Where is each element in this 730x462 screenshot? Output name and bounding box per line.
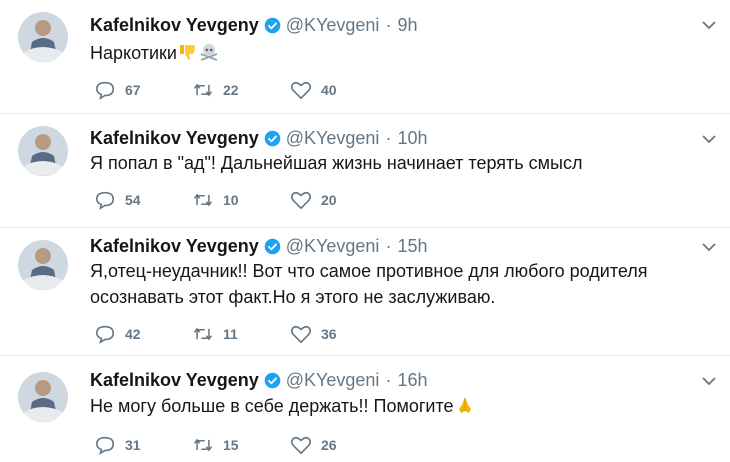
tweet-text: Я попал в "ад"! Дальнейшая жизнь начинае… [90,150,710,176]
author-name[interactable]: Kafelnikov Yevgeny [90,14,259,36]
tweet-text: Я,отец-неудачник!! Вот что самое противн… [90,258,710,310]
like-icon [290,325,312,344]
reply-count: 67 [125,82,141,98]
reply-button[interactable]: 54 [94,190,192,210]
tweet[interactable]: Kafelnikov Yevgeny @KYevgeni · 9h Наркот… [0,0,730,114]
chevron-down-icon[interactable] [702,20,716,30]
retweet-icon [193,193,213,207]
chevron-down-icon[interactable] [702,242,716,252]
skull-crossbones-icon [200,44,218,61]
retweet-count: 10 [223,192,239,208]
tweet[interactable]: Kafelnikov Yevgeny @KYevgeni · 10h Я поп… [0,114,730,228]
retweet-icon [193,83,213,97]
tweet-timestamp[interactable]: 16h [397,369,427,391]
tweet-actions: 31 15 26 [94,435,388,455]
tweet-feed: Kafelnikov Yevgeny @KYevgeni · 9h Наркот… [0,0,730,462]
author-handle[interactable]: @KYevgeni [286,369,380,391]
tweet-actions: 54 10 20 [94,190,388,210]
chevron-down-icon[interactable] [702,134,716,144]
separator-dot: · [385,236,392,256]
reply-button[interactable]: 67 [94,80,192,100]
like-icon [290,191,312,210]
chevron-down-icon[interactable] [702,376,716,386]
tweet-text-content: Не могу больше в себе держать!! Помогите [90,396,454,416]
retweet-icon [193,438,213,452]
separator-dot: · [385,15,392,35]
author-handle[interactable]: @KYevgeni [286,14,380,36]
like-count: 40 [321,82,337,98]
retweet-icon [193,327,213,341]
verified-badge-icon [264,17,281,33]
reply-icon [95,191,115,210]
folded-hands-icon [458,397,471,413]
author-name[interactable]: Kafelnikov Yevgeny [90,127,259,149]
reply-icon [95,81,115,100]
tweet-text-line: осознавать этот факт.Но я этого не заслу… [90,287,496,307]
tweet-text: Не могу больше в себе держать!! Помогите [90,393,710,419]
tweet-actions: 42 11 36 [94,324,388,344]
reply-icon [95,325,115,344]
like-button[interactable]: 26 [290,435,388,455]
separator-dot: · [385,370,392,390]
like-button[interactable]: 40 [290,80,388,100]
avatar[interactable] [18,126,68,176]
reply-count: 42 [125,326,141,342]
like-button[interactable]: 20 [290,190,388,210]
author-handle[interactable]: @KYevgeni [286,127,380,149]
reply-count: 31 [125,437,141,453]
tweet[interactable]: Kafelnikov Yevgeny @KYevgeni · 15h Я,оте… [0,228,730,356]
author-name[interactable]: Kafelnikov Yevgeny [90,235,259,257]
avatar[interactable] [18,372,68,422]
like-icon [290,436,312,455]
verified-badge-icon [264,372,281,388]
tweet-timestamp[interactable]: 15h [397,235,427,257]
tweet[interactable]: Kafelnikov Yevgeny @KYevgeni · 16h Не мо… [0,356,730,462]
tweet-timestamp[interactable]: 9h [397,14,417,36]
reply-icon [95,436,115,455]
retweet-button[interactable]: 15 [192,435,290,455]
thumbs-down-icon [179,45,195,60]
tweet-text-line: Я,отец-неудачник!! Вот что самое противн… [90,261,648,281]
tweet-text-content: Наркотики [90,43,177,63]
verified-badge-icon [264,238,281,254]
retweet-button[interactable]: 22 [192,80,290,100]
tweet-actions: 67 22 40 [94,80,388,100]
like-count: 20 [321,192,337,208]
retweet-button[interactable]: 10 [192,190,290,210]
verified-badge-icon [264,130,281,146]
reply-count: 54 [125,192,141,208]
reply-button[interactable]: 42 [94,324,192,344]
retweet-count: 15 [223,437,239,453]
like-count: 36 [321,326,337,342]
author-name[interactable]: Kafelnikov Yevgeny [90,369,259,391]
retweet-count: 11 [223,326,238,342]
retweet-count: 22 [223,82,239,98]
author-handle[interactable]: @KYevgeni [286,235,380,257]
reply-button[interactable]: 31 [94,435,192,455]
avatar[interactable] [18,240,68,290]
separator-dot: · [385,128,392,148]
like-count: 26 [321,437,337,453]
like-button[interactable]: 36 [290,324,388,344]
avatar[interactable] [18,12,68,62]
tweet-text-content: Я попал в "ад"! Дальнейшая жизнь начинае… [90,153,583,173]
tweet-timestamp[interactable]: 10h [397,127,427,149]
retweet-button[interactable]: 11 [192,324,290,344]
like-icon [290,81,312,100]
tweet-text: Наркотики [90,40,710,66]
